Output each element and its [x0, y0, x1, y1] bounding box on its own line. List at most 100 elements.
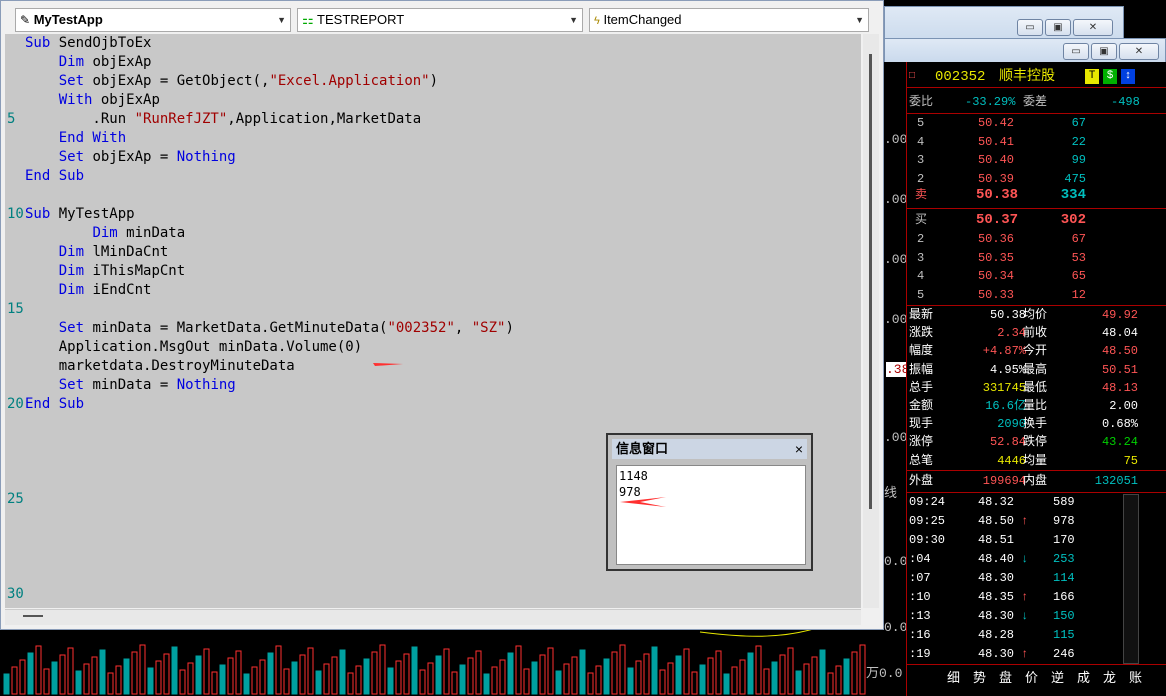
- stat-value: 43.24: [1101, 435, 1138, 450]
- volume-bar: [459, 664, 466, 695]
- close-button[interactable]: ✕: [1119, 43, 1159, 60]
- code-line: Set objExAp = Nothing: [58, 149, 236, 165]
- y-axis-label: .00: [884, 312, 908, 327]
- horizontal-scrollbar[interactable]: [5, 609, 861, 625]
- volume-bar: [67, 647, 74, 695]
- volume-bar: [203, 648, 210, 695]
- level: 2: [917, 232, 925, 246]
- minimize-button[interactable]: ▭: [1017, 19, 1043, 36]
- bottom-tab[interactable]: 龙: [1103, 667, 1116, 686]
- stat-label: 金额: [909, 399, 934, 413]
- event-dropdown[interactable]: ϟ ItemChanged ▼: [589, 8, 869, 32]
- quote-row: 4 50.34 65: [907, 267, 1166, 285]
- stat-label: 总手: [909, 380, 934, 395]
- minimize-button[interactable]: ▭: [1063, 43, 1089, 60]
- object-dropdown[interactable]: ⚏ TESTREPORT ▼: [297, 8, 583, 32]
- close-icon[interactable]: ×: [795, 439, 803, 459]
- output-line: 1148: [619, 469, 648, 483]
- bid-price: 50.35: [977, 250, 1014, 265]
- volume-bar: [235, 650, 242, 695]
- level: 3: [917, 153, 925, 167]
- tick-volume: 150: [1053, 609, 1075, 623]
- dollar-badge[interactable]: $: [1103, 69, 1117, 84]
- volume-bar: [859, 644, 866, 695]
- stat-value: +4.87%: [982, 344, 1026, 359]
- stat-value: 52.84: [989, 435, 1026, 450]
- chart-label: 线: [884, 486, 898, 501]
- quote-row: 涨跌 2.34 前收 48.04: [907, 324, 1166, 342]
- tick-arrow: ↓: [1021, 609, 1029, 623]
- tick-arrow: ↓: [1021, 552, 1029, 566]
- volume-bar: [771, 661, 778, 695]
- volume-bar: [147, 667, 154, 695]
- volume-bar: [411, 646, 418, 695]
- red-arrow-annotation: [620, 497, 666, 507]
- quote-row: 2 50.39 475: [907, 170, 1166, 188]
- ask-volume: 475: [1064, 171, 1086, 186]
- level: 5: [917, 287, 925, 302]
- volume-bar: [123, 658, 130, 695]
- bottom-tabs: 细势盘价逆成龙账: [907, 664, 1166, 686]
- bottom-tab[interactable]: 细: [947, 667, 960, 686]
- event-name: ItemChanged: [603, 12, 682, 27]
- code-line: Sub MyTestApp: [25, 206, 135, 222]
- volume-bar: [627, 667, 634, 695]
- bottom-tab[interactable]: 成: [1077, 667, 1090, 686]
- stock-name: 顺丰控股: [999, 69, 1055, 85]
- bottom-tab[interactable]: 价: [1025, 667, 1038, 686]
- tick-time: :16: [909, 628, 931, 642]
- volume-bar: [179, 669, 186, 695]
- volume-bar: [707, 657, 714, 695]
- quote-row: 金额 16.6亿 量比 2.00: [907, 397, 1166, 415]
- quote-row: 买 50.37 302: [907, 211, 1166, 229]
- volume-bar: [115, 665, 122, 695]
- tick-scrollbar[interactable]: [1123, 494, 1139, 664]
- stat-value: 0.68%: [1101, 417, 1138, 432]
- bottom-tab[interactable]: 账: [1129, 667, 1142, 686]
- volume-bar: [59, 654, 66, 695]
- module-dropdown[interactable]: ✎ MyTestApp ▼: [15, 8, 291, 32]
- code-line: Dim lMinDaCnt: [58, 244, 169, 260]
- bottom-tab[interactable]: 势: [973, 667, 986, 686]
- volume-bar: [267, 652, 274, 695]
- volume-bar: [355, 665, 362, 695]
- volume-bar: [595, 665, 602, 695]
- volume-bar: [283, 668, 290, 695]
- volume-bar: [339, 649, 346, 695]
- quote-row: 3 50.35 53: [907, 249, 1166, 267]
- toggle-badge[interactable]: ↕: [1121, 69, 1135, 84]
- sell1-label: 卖: [915, 188, 928, 202]
- volume-bar: [843, 658, 850, 695]
- neipan-value: 132051: [1094, 474, 1138, 488]
- volume-bar: [91, 656, 98, 695]
- line-number: 25: [7, 491, 24, 507]
- volume-bar: [819, 649, 826, 695]
- level: 2: [917, 171, 925, 186]
- y-axis-label: 万0.0: [866, 666, 903, 681]
- volume-bar: [691, 671, 698, 695]
- quote-row: 总手 331745 最低 48.13: [907, 379, 1166, 397]
- volume-bar: [139, 644, 146, 695]
- code-line: With objExAp: [58, 92, 160, 108]
- tick-price: 48.40: [977, 552, 1014, 566]
- volume-bar: [219, 664, 226, 695]
- volume-bar: [299, 654, 306, 695]
- tick-volume: 115: [1053, 628, 1075, 642]
- stat-label: 涨停: [909, 435, 934, 450]
- weicha-label: 委差: [1023, 95, 1048, 109]
- volume-bar: [659, 669, 666, 695]
- pencil-icon: ✎: [20, 13, 31, 27]
- level: 4: [917, 134, 925, 149]
- maximize-button[interactable]: ▣: [1091, 43, 1117, 60]
- t-badge[interactable]: T: [1085, 69, 1099, 84]
- maximize-button[interactable]: ▣: [1045, 19, 1071, 36]
- close-button[interactable]: ✕: [1073, 19, 1113, 36]
- bottom-tab[interactable]: 逆: [1051, 667, 1064, 686]
- tick-volume: 170: [1053, 533, 1075, 547]
- volume-bar: [643, 653, 650, 695]
- tick-volume: 589: [1053, 495, 1075, 509]
- bottom-tab[interactable]: 盘: [999, 667, 1012, 686]
- stat-value: 4446: [997, 453, 1026, 468]
- volume-bar: [11, 666, 18, 695]
- vertical-scrollbar[interactable]: [863, 34, 879, 608]
